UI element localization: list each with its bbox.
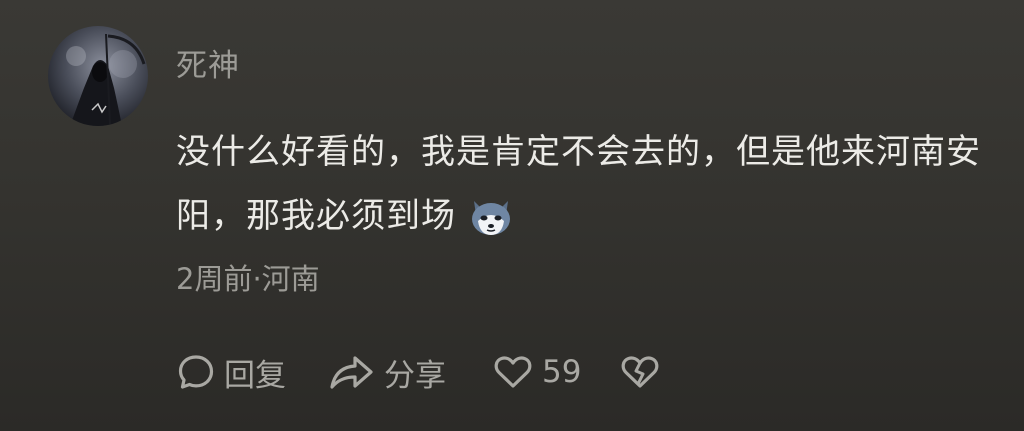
share-button[interactable]: 分享 bbox=[328, 350, 446, 395]
share-label: 分享 bbox=[384, 357, 446, 394]
broken-heart-icon bbox=[622, 356, 659, 388]
like-count: 59 bbox=[542, 354, 582, 390]
reply-label: 回复 bbox=[224, 357, 286, 394]
dislike-button[interactable] bbox=[619, 352, 661, 392]
husky-dog-emoji-icon bbox=[468, 194, 514, 258]
comment-item: 死神 没什么好看的，我是肯定不会去的，但是他来河南安阳，那我必须到场 2周前·河… bbox=[0, 0, 1024, 431]
meta-separator: · bbox=[252, 262, 262, 296]
avatar[interactable] bbox=[48, 26, 148, 126]
comment-time: 2周前 bbox=[176, 262, 253, 296]
comment-text: 没什么好看的，我是肯定不会去的，但是他来河南安阳，那我必须到场 bbox=[176, 132, 981, 236]
speech-bubble-icon bbox=[178, 355, 214, 389]
reply-button[interactable]: 回复 bbox=[176, 350, 286, 395]
comment-actions: 回复 分享 59 bbox=[176, 348, 661, 396]
like-button[interactable]: 59 bbox=[492, 352, 581, 392]
comment-username[interactable]: 死神 bbox=[176, 40, 240, 85]
comment-location: 河南 bbox=[261, 262, 320, 296]
share-arrow-icon bbox=[330, 356, 373, 389]
comment-content: 没什么好看的，我是肯定不会去的，但是他来河南安阳，那我必须到场 bbox=[176, 120, 986, 258]
grim-reaper-avatar-image bbox=[66, 33, 146, 126]
heart-icon bbox=[494, 356, 532, 388]
comment-meta: 2周前·河南 bbox=[176, 256, 320, 298]
